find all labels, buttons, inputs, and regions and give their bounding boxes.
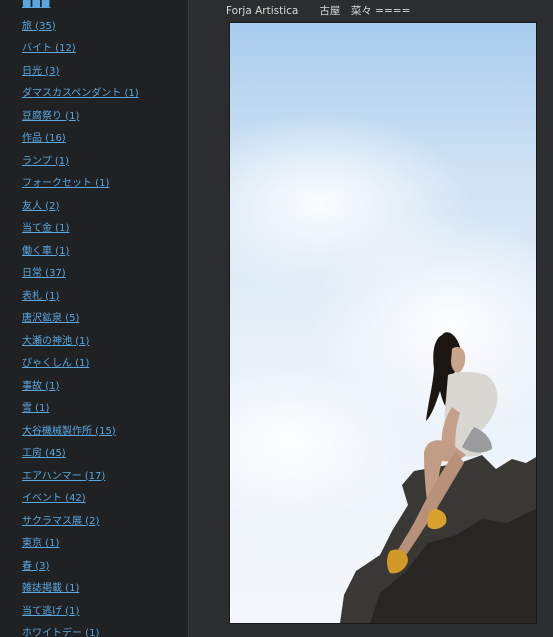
category-link[interactable]: ランプ (1) [22, 156, 69, 167]
category-link[interactable]: 作品 (16) [22, 133, 66, 144]
category-link[interactable]: 日常 (37) [22, 268, 66, 279]
category-list: ■■■ 旅 (35) バイト (12) 日光 (3) ダマスカスペンダント (1) 豆腐祭… [22, 0, 139, 637]
category-item: 当て逃げ (1) [22, 598, 139, 621]
category-item: 当て金 (1) [22, 215, 139, 238]
category-link[interactable]: 雪 (1) [22, 403, 49, 414]
category-link[interactable]: 大谷機械製作所 (15) [22, 426, 116, 437]
category-item: ランプ (1) [22, 148, 139, 171]
category-link[interactable]: サクラマス展 (2) [22, 516, 99, 527]
category-item: 大谷機械製作所 (15) [22, 418, 139, 441]
category-link[interactable]: 雑誌掲載 (1) [22, 583, 79, 594]
category-item: エアハンマー (17) [22, 463, 139, 486]
category-link[interactable]: 春 (3) [22, 561, 49, 572]
category-item: 作品 (16) [22, 125, 139, 148]
category-item: 雪 (1) [22, 395, 139, 418]
photo-caption: Forja Artistica 古屋 菜々 ==== [226, 5, 411, 17]
category-link[interactable]: 友人 (2) [22, 201, 59, 212]
category-item: ■■■ [22, 0, 139, 13]
category-link[interactable]: 働く車 (1) [22, 246, 69, 257]
category-link[interactable]: 表札 (1) [22, 291, 59, 302]
category-link[interactable]: エアハンマー (17) [22, 471, 105, 482]
category-sidebar: ■■■ 旅 (35) バイト (12) 日光 (3) ダマスカスペンダント (1) 豆腐祭… [0, 0, 188, 637]
category-link[interactable]: ホワイトデー (1) [22, 628, 99, 637]
category-item: 雑誌掲載 (1) [22, 575, 139, 598]
category-link[interactable]: 東京 (1) [22, 538, 59, 549]
category-link[interactable]: 豆腐祭り (1) [22, 111, 79, 122]
category-item: バイト (12) [22, 35, 139, 58]
category-link[interactable]: 日光 (3) [22, 66, 59, 77]
category-item: ホワイトデー (1) [22, 620, 139, 637]
category-item: ぴゃくしん (1) [22, 350, 139, 373]
category-item: 事故 (1) [22, 373, 139, 396]
category-item: 大瀬の神池 (1) [22, 328, 139, 351]
category-item: 友人 (2) [22, 193, 139, 216]
category-link[interactable]: ぴゃくしん (1) [22, 358, 89, 369]
category-link[interactable]: フォークセット (1) [22, 178, 109, 189]
category-link[interactable]: 大瀬の神池 (1) [22, 336, 89, 347]
category-link[interactable]: ダマスカスペンダント (1) [22, 88, 139, 99]
category-link[interactable]: 旅 (35) [22, 21, 56, 32]
category-link[interactable]: 唐沢鉱泉 (5) [22, 313, 79, 324]
category-link[interactable]: ■■■ [22, 0, 50, 9]
category-item: イベント (42) [22, 485, 139, 508]
category-item: 日常 (37) [22, 260, 139, 283]
category-item: 日光 (3) [22, 58, 139, 81]
photo-image [230, 23, 536, 623]
category-link[interactable]: 当て金 (1) [22, 223, 69, 234]
category-item: 旅 (35) [22, 13, 139, 36]
category-item: 工房 (45) [22, 440, 139, 463]
category-item: 表札 (1) [22, 283, 139, 306]
category-link[interactable]: 当て逃げ (1) [22, 606, 79, 617]
category-item: 東京 (1) [22, 530, 139, 553]
category-link[interactable]: 工房 (45) [22, 448, 66, 459]
category-item: 働く車 (1) [22, 238, 139, 261]
category-item: ダマスカスペンダント (1) [22, 80, 139, 103]
category-link[interactable]: 事故 (1) [22, 381, 59, 392]
category-item: 唐沢鉱泉 (5) [22, 305, 139, 328]
category-link[interactable]: イベント (42) [22, 493, 86, 504]
category-item: 豆腐祭り (1) [22, 103, 139, 126]
category-item: サクラマス展 (2) [22, 508, 139, 531]
photo[interactable] [230, 23, 536, 623]
category-item: フォークセット (1) [22, 170, 139, 193]
main-content: Forja Artistica 古屋 菜々 ==== [189, 0, 553, 637]
category-link[interactable]: バイト (12) [22, 43, 76, 54]
category-item: 春 (3) [22, 553, 139, 576]
